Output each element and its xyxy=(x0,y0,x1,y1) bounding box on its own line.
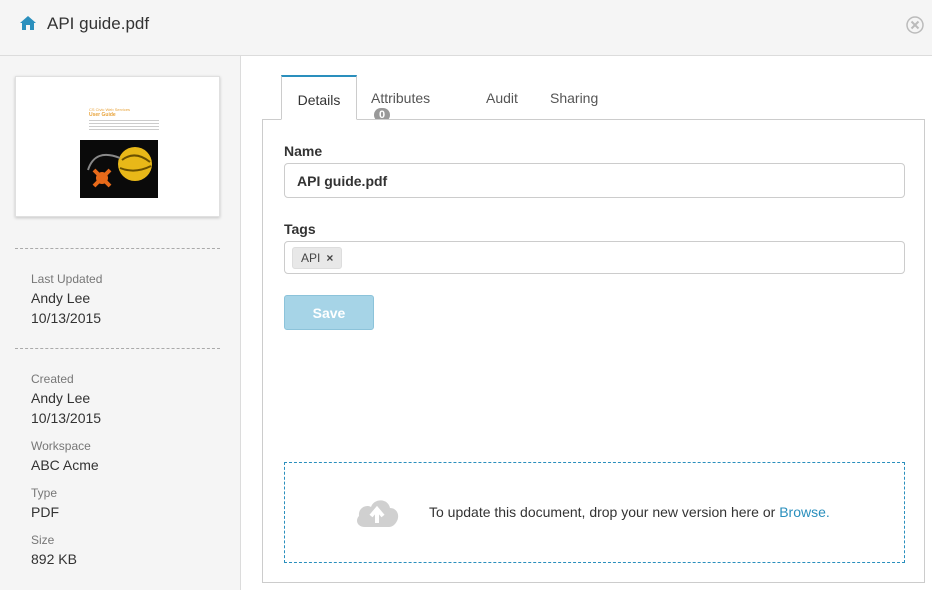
tab-details-label: Details xyxy=(297,92,341,108)
tab-audit-label: Audit xyxy=(486,90,518,106)
created-label: Created xyxy=(31,372,74,386)
tab-attributes[interactable]: Attributes0 xyxy=(371,75,431,122)
sidebar-divider xyxy=(15,248,220,249)
tab-sharing-label: Sharing xyxy=(550,90,599,106)
type-value: PDF xyxy=(31,504,59,520)
workspace-value: ABC Acme xyxy=(31,457,99,473)
workspace-label: Workspace xyxy=(31,439,91,453)
tag-remove-icon[interactable]: × xyxy=(326,251,333,265)
header-bar: API guide.pdf xyxy=(0,0,932,56)
document-sidebar: CS Civic Web Services User Guide Last Up… xyxy=(0,56,241,590)
tab-attributes-label: Attributes xyxy=(371,90,431,106)
size-value: 892 KB xyxy=(31,551,77,567)
tab-details[interactable]: Details xyxy=(281,75,357,120)
tag-chip-label: API xyxy=(301,251,321,265)
home-icon[interactable] xyxy=(19,15,37,31)
tags-label: Tags xyxy=(284,221,316,237)
tags-input[interactable]: API × xyxy=(284,241,905,274)
save-button[interactable]: Save xyxy=(284,295,374,330)
thumbnail-image xyxy=(80,140,158,198)
thumbnail-line-2: User Guide xyxy=(89,112,116,118)
last-updated-label: Last Updated xyxy=(31,272,103,286)
last-updated-user: Andy Lee xyxy=(31,290,91,306)
browse-link[interactable]: Browse xyxy=(779,504,826,520)
type-label: Type xyxy=(31,486,58,500)
file-drop-zone[interactable]: To update this document, drop your new v… xyxy=(284,462,905,563)
cloud-upload-icon xyxy=(357,500,399,527)
size-label: Size xyxy=(31,533,55,547)
document-thumbnail[interactable]: CS Civic Web Services User Guide xyxy=(15,76,220,217)
browse-period: . xyxy=(825,504,830,520)
close-circle-icon[interactable] xyxy=(906,16,924,34)
page-title: API guide.pdf xyxy=(47,14,150,33)
name-label: Name xyxy=(284,143,323,159)
name-input[interactable] xyxy=(284,163,905,198)
drop-text: To update this document, drop your new v… xyxy=(429,504,780,520)
tag-chip: API × xyxy=(292,247,343,269)
created-date: 10/13/2015 xyxy=(31,410,102,426)
details-panel: Name Tags API × Save To update this docum… xyxy=(262,119,925,583)
sidebar-divider xyxy=(15,348,220,349)
last-updated-date: 10/13/2015 xyxy=(31,310,102,326)
tab-sharing[interactable]: Sharing xyxy=(550,75,598,120)
thumbnail-text-lines xyxy=(89,120,159,132)
tab-audit[interactable]: Audit xyxy=(486,75,518,120)
created-user: Andy Lee xyxy=(31,390,91,406)
drop-instructions: To update this document, drop your new v… xyxy=(429,504,830,520)
